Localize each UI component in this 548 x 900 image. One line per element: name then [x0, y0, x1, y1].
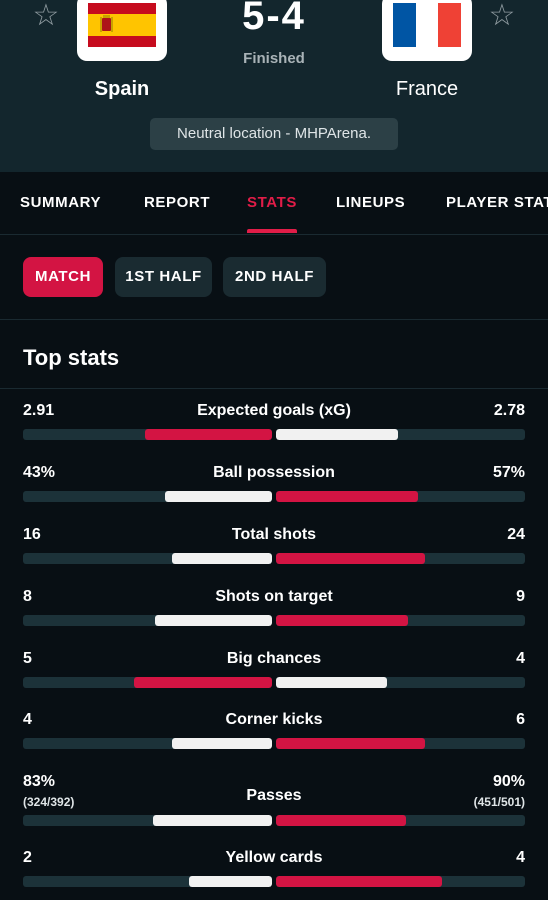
- stat-row: 83% Passes 90% (324/392) (451/501): [0, 773, 548, 826]
- home-stat-value: 2: [23, 849, 32, 866]
- away-stat-bar-track: [276, 876, 525, 887]
- home-stat-value: 16: [23, 526, 41, 543]
- tab-stats[interactable]: STATS: [247, 194, 297, 211]
- home-stat-bar-track: [23, 815, 272, 826]
- home-stat-bar-fill: [155, 615, 272, 626]
- period-match-button[interactable]: MATCH: [23, 257, 103, 297]
- home-stat-bar-fill: [172, 553, 272, 564]
- home-stat-value: 43%: [23, 464, 56, 481]
- active-tab-indicator: [247, 229, 297, 233]
- match-score: 5-4: [242, 0, 306, 38]
- home-stat-bar-track: [23, 876, 272, 887]
- away-stat-value: 57%: [492, 464, 525, 481]
- home-stat-value: 83%: [23, 773, 56, 790]
- france-flag-icon: [393, 2, 461, 47]
- away-stat-value: 4: [516, 849, 525, 866]
- home-stat-bar-fill: [153, 815, 272, 826]
- stat-label: Ball possession: [213, 464, 335, 481]
- away-stat-bar-fill: [276, 429, 398, 440]
- away-stat-value: 24: [507, 526, 525, 543]
- home-stat-bar-fill: [165, 491, 272, 502]
- home-stat-value: 2.91: [23, 402, 55, 419]
- away-stat-value: 9: [516, 588, 525, 605]
- home-stat-bar-track: [23, 553, 272, 564]
- home-team-flag-card[interactable]: [77, 0, 167, 61]
- away-stat-bar-track: [276, 553, 525, 564]
- stat-label: Passes: [246, 787, 302, 804]
- favorite-away-star-icon[interactable]: ☆: [486, 0, 518, 32]
- tab-player-stats[interactable]: PLAYER STATS: [446, 194, 548, 211]
- stat-row: 2 Yellow cards 4: [0, 849, 548, 900]
- period-first-half-button[interactable]: 1ST HALF: [115, 257, 212, 297]
- stat-label: Corner kicks: [225, 711, 323, 728]
- stat-row: 16 Total shots 24: [0, 526, 548, 578]
- tab-summary[interactable]: SUMMARY: [20, 194, 101, 211]
- home-stat-value: 4: [23, 711, 32, 728]
- section-divider: [0, 388, 548, 389]
- match-header: ☆ 5-4 Finished ☆ Spain France Neutral lo…: [0, 0, 548, 172]
- home-team-name[interactable]: Spain: [42, 78, 202, 101]
- away-stat-bar-fill: [276, 615, 408, 626]
- away-stat-value: 4: [516, 650, 525, 667]
- home-stat-bar-track: [23, 615, 272, 626]
- away-stat-bar-track: [276, 738, 525, 749]
- home-stat-bar-track: [23, 491, 272, 502]
- stat-label: Big chances: [226, 650, 322, 667]
- stat-row: 5 Big chances 4: [0, 650, 548, 702]
- tab-lineups[interactable]: LINEUPS: [336, 194, 405, 211]
- stat-row: 43% Ball possession 57%: [0, 464, 548, 516]
- venue-badge: Neutral location - MHPArena.: [150, 118, 398, 150]
- away-stat-bar-fill: [276, 876, 442, 887]
- home-stat-bar-track: [23, 429, 272, 440]
- away-stat-bar-fill: [276, 677, 387, 688]
- away-stat-bar-track: [276, 615, 525, 626]
- away-stat-bar-track: [276, 491, 525, 502]
- away-stat-bar-fill: [276, 491, 418, 502]
- away-team-flag-card[interactable]: [382, 0, 472, 61]
- away-stat-bar-fill: [276, 553, 425, 564]
- away-stat-bar-track: [276, 429, 525, 440]
- stat-row: 2.91 Expected goals (xG) 2.78: [0, 402, 548, 454]
- stat-row: 4 Corner kicks 6: [0, 711, 548, 763]
- favorite-home-star-icon[interactable]: ☆: [30, 0, 62, 32]
- home-stat-bar-fill: [172, 738, 272, 749]
- tab-report[interactable]: REPORT: [144, 194, 210, 211]
- away-stat-bar-fill: [276, 738, 425, 749]
- away-stat-bar-fill: [276, 815, 406, 826]
- section-title: Top stats: [23, 345, 120, 370]
- home-stat-bar-fill: [145, 429, 272, 440]
- spain-flag-icon: [88, 2, 156, 47]
- stat-label: Expected goals (xG): [197, 402, 351, 419]
- match-status: Finished: [243, 50, 305, 67]
- away-stat-value: 90%: [492, 773, 525, 790]
- away-stat-bar-track: [276, 815, 525, 826]
- stat-label: Total shots: [231, 526, 317, 543]
- stat-label: Shots on target: [215, 588, 333, 605]
- away-stat-detail: (451/501): [473, 795, 525, 809]
- stat-label: Yellow cards: [225, 849, 323, 866]
- away-stat-bar-track: [276, 677, 525, 688]
- away-stat-value: 2.78: [493, 402, 525, 419]
- home-stat-value: 5: [23, 650, 32, 667]
- period-second-half-button[interactable]: 2ND HALF: [223, 257, 326, 297]
- home-stat-bar-fill: [189, 876, 272, 887]
- home-stat-bar-track: [23, 738, 272, 749]
- home-stat-detail: (324/392): [23, 795, 75, 809]
- away-stat-value: 6: [516, 711, 525, 728]
- home-stat-value: 8: [23, 588, 32, 605]
- home-stat-bar-fill: [134, 677, 272, 688]
- match-tabs: SUMMARY REPORT STATS LINEUPS PLAYER STAT…: [0, 172, 548, 235]
- stat-row: 8 Shots on target 9: [0, 588, 548, 640]
- home-stat-bar-track: [23, 677, 272, 688]
- away-team-name[interactable]: France: [347, 78, 507, 101]
- period-selector: MATCH 1ST HALF 2ND HALF: [0, 235, 548, 320]
